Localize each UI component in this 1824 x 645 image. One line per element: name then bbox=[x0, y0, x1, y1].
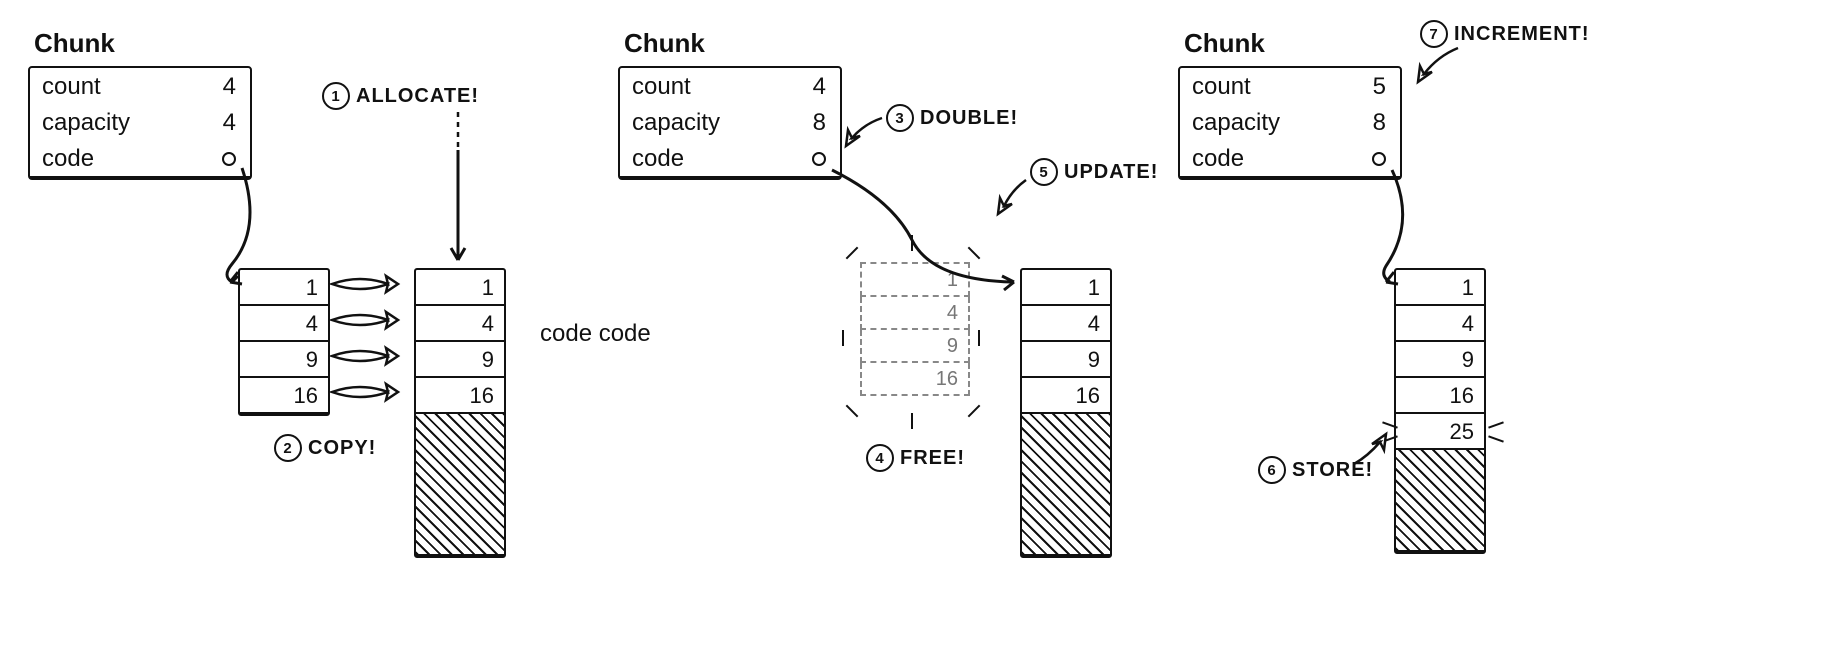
value-count-b: 4 bbox=[813, 72, 826, 102]
ray bbox=[968, 247, 981, 260]
step-7-number: 7 bbox=[1420, 20, 1448, 48]
new-array-a-cell: 1 bbox=[416, 270, 504, 304]
row-count-a: count 4 bbox=[30, 68, 250, 104]
new-array-a-unused bbox=[416, 412, 504, 554]
old-array-cell: 9 bbox=[240, 340, 328, 376]
step-3-number: 3 bbox=[886, 104, 914, 132]
freed-array: 1 4 9 16 bbox=[860, 262, 970, 412]
new-array-b-cell: 9 bbox=[1022, 340, 1110, 376]
label-capacity-b: capacity bbox=[632, 108, 720, 138]
new-array-b-unused bbox=[1022, 412, 1110, 554]
freed-cell: 16 bbox=[860, 363, 970, 396]
step-3: 3 DOUBLE! bbox=[886, 104, 1018, 132]
step-7-label: INCREMENT! bbox=[1454, 23, 1590, 46]
final-array-cell: 16 bbox=[1396, 376, 1484, 412]
row-code-a: code bbox=[30, 140, 250, 176]
new-array-a-cell: 4 bbox=[416, 304, 504, 340]
old-array-cell: 4 bbox=[240, 304, 328, 340]
new-array-b-cell: 1 bbox=[1022, 270, 1110, 304]
label-capacity-c: capacity bbox=[1192, 108, 1280, 138]
value-count-a: 4 bbox=[223, 72, 236, 102]
ray bbox=[978, 330, 980, 346]
label-code-b: code bbox=[632, 144, 684, 174]
value-capacity-b: 8 bbox=[813, 108, 826, 138]
value-capacity-c: 8 bbox=[1373, 108, 1386, 138]
final-array-cell: 25 bbox=[1396, 412, 1484, 448]
value-count-c: 5 bbox=[1373, 72, 1386, 102]
final-array-cell: 1 bbox=[1396, 270, 1484, 304]
label-capacity-a: capacity bbox=[42, 108, 130, 138]
step-4-label: FREE! bbox=[900, 447, 965, 470]
step-3-label: DOUBLE! bbox=[920, 107, 1018, 130]
row-capacity-c: capacity 8 bbox=[1180, 104, 1400, 140]
chunk-title-b: Chunk bbox=[624, 28, 705, 59]
final-array-cell: 9 bbox=[1396, 340, 1484, 376]
new-array-a-cell: 16 bbox=[416, 376, 504, 412]
new-array-b: 1 4 9 16 bbox=[1020, 268, 1112, 558]
new-array-b-cell: 4 bbox=[1022, 304, 1110, 340]
value-capacity-a: 4 bbox=[223, 108, 236, 138]
old-array-cell: 1 bbox=[240, 270, 328, 304]
floating-code-code: code code bbox=[540, 320, 651, 348]
step-5-number: 5 bbox=[1030, 158, 1058, 186]
row-count-b: count 4 bbox=[620, 68, 840, 104]
final-array-unused bbox=[1396, 448, 1484, 550]
final-array-cell: 4 bbox=[1396, 304, 1484, 340]
step-6-number: 6 bbox=[1258, 456, 1286, 484]
final-array: 1 4 9 16 25 bbox=[1394, 268, 1486, 554]
new-array-a-cell: 9 bbox=[416, 340, 504, 376]
step-7: 7 INCREMENT! bbox=[1420, 20, 1590, 48]
old-array-cell: 16 bbox=[240, 376, 328, 412]
step-2: 2 COPY! bbox=[274, 434, 376, 462]
step-1-number: 1 bbox=[322, 82, 350, 110]
row-code-c: code bbox=[1180, 140, 1400, 176]
pointer-dot-c bbox=[1372, 152, 1386, 166]
freed-cell: 4 bbox=[860, 297, 970, 330]
struct-box-b: count 4 capacity 8 code bbox=[618, 66, 842, 180]
label-count-a: count bbox=[42, 72, 101, 102]
struct-box-c: count 5 capacity 8 code bbox=[1178, 66, 1402, 180]
step-1-label: ALLOCATE! bbox=[356, 85, 479, 108]
store-spark bbox=[1488, 421, 1504, 428]
step-1: 1 ALLOCATE! bbox=[322, 82, 479, 110]
label-code-a: code bbox=[42, 144, 94, 174]
ray bbox=[911, 413, 913, 429]
step-4: 4 FREE! bbox=[866, 444, 965, 472]
label-code-c: code bbox=[1192, 144, 1244, 174]
chunk-title-c: Chunk bbox=[1184, 28, 1265, 59]
ray bbox=[842, 330, 844, 346]
row-capacity-b: capacity 8 bbox=[620, 104, 840, 140]
row-capacity-a: capacity 4 bbox=[30, 104, 250, 140]
struct-box-a: count 4 capacity 4 code bbox=[28, 66, 252, 180]
row-code-b: code bbox=[620, 140, 840, 176]
label-count-c: count bbox=[1192, 72, 1251, 102]
chunk-title-a: Chunk bbox=[34, 28, 115, 59]
step-6-label: STORE! bbox=[1292, 459, 1373, 482]
new-array-b-cell: 16 bbox=[1022, 376, 1110, 412]
step-5: 5 UPDATE! bbox=[1030, 158, 1158, 186]
freed-cell: 9 bbox=[860, 330, 970, 363]
store-spark bbox=[1488, 435, 1504, 442]
freed-cell: 1 bbox=[860, 262, 970, 297]
diagram-root: Chunk count 4 capacity 4 code 1 4 9 16 1… bbox=[20, 20, 1804, 625]
new-array-a: 1 4 9 16 bbox=[414, 268, 506, 558]
ray bbox=[911, 235, 913, 251]
label-count-b: count bbox=[632, 72, 691, 102]
step-6: 6 STORE! bbox=[1258, 456, 1373, 484]
step-4-number: 4 bbox=[866, 444, 894, 472]
old-array: 1 4 9 16 bbox=[238, 268, 330, 416]
ray bbox=[846, 405, 859, 418]
row-count-c: count 5 bbox=[1180, 68, 1400, 104]
step-2-number: 2 bbox=[274, 434, 302, 462]
ray bbox=[846, 247, 859, 260]
pointer-dot-b bbox=[812, 152, 826, 166]
pointer-dot-a bbox=[222, 152, 236, 166]
step-5-label: UPDATE! bbox=[1064, 161, 1158, 184]
step-2-label: COPY! bbox=[308, 437, 376, 460]
